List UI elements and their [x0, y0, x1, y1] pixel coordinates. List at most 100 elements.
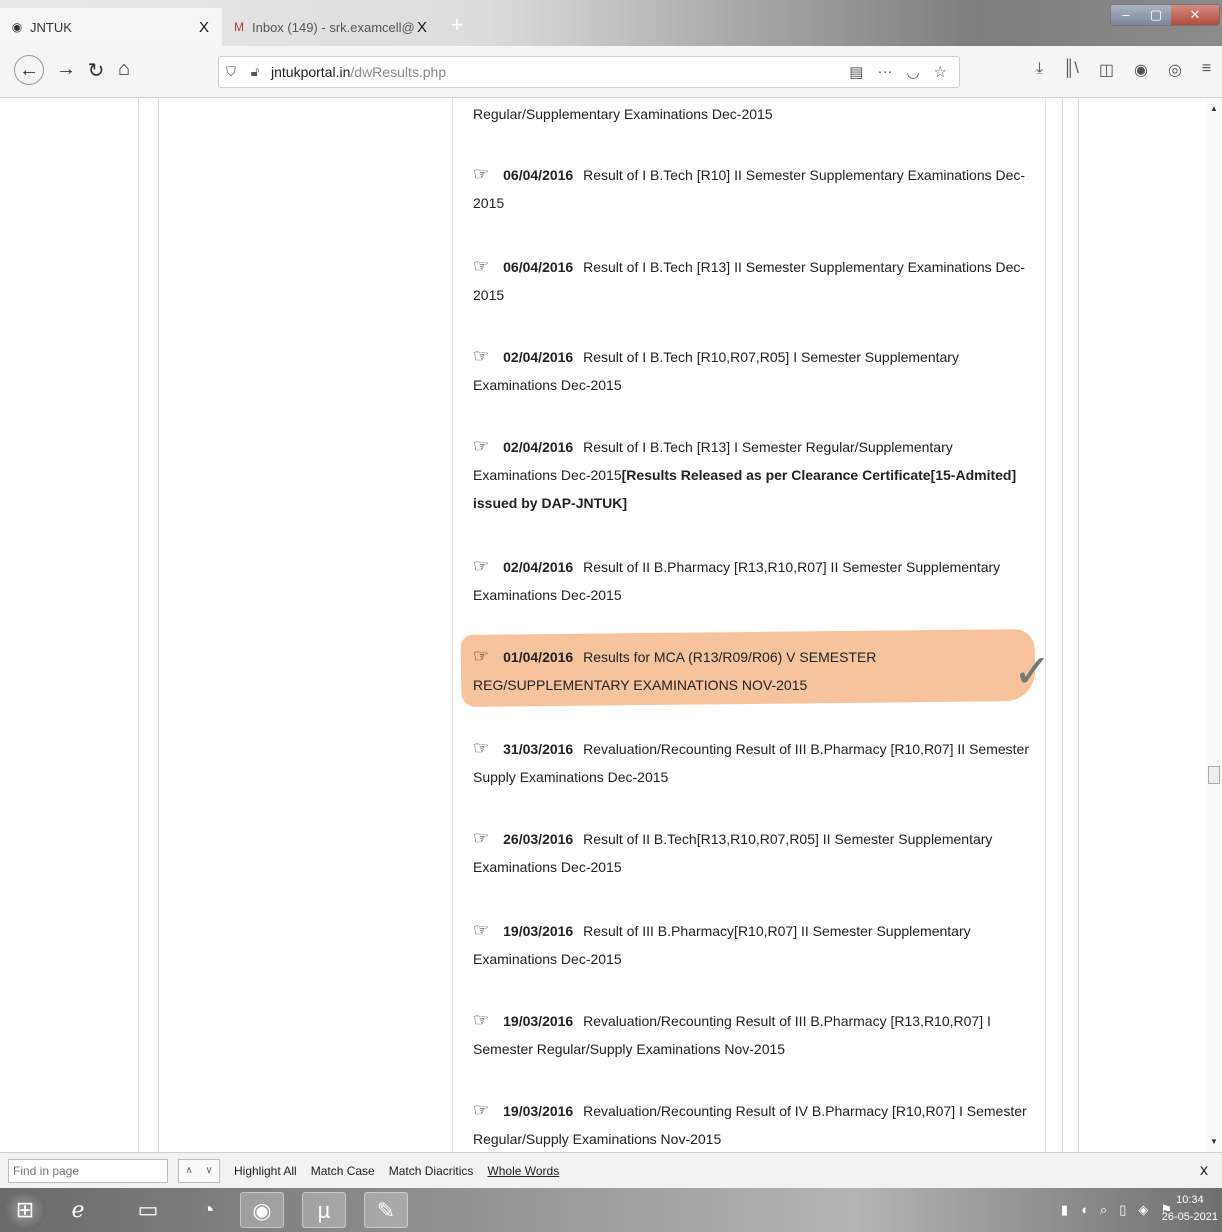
- battery-icon[interactable]: ▯: [1119, 1202, 1126, 1218]
- browser-tab-strip: ◉ JNTUK X M Inbox (149) - srk.examcell@g…: [0, 0, 1222, 46]
- scrollbar-thumb[interactable]: [1208, 766, 1220, 784]
- extension-icon[interactable]: ◎: [1168, 60, 1182, 80]
- tab-inbox[interactable]: M Inbox (149) - srk.examcell@gm X: [222, 8, 440, 46]
- scroll-down-icon[interactable]: ▼: [1210, 1137, 1218, 1146]
- whole-words-toggle[interactable]: Whole Words: [487, 1164, 559, 1178]
- result-date: 19/03/2016: [503, 923, 574, 939]
- find-next-icon[interactable]: ∨: [199, 1159, 219, 1182]
- result-date: 02/04/2016: [503, 349, 574, 365]
- tab-jntuk[interactable]: ◉ JNTUK X: [0, 8, 222, 46]
- match-diacritics-toggle[interactable]: Match Diacritics: [389, 1164, 474, 1178]
- library-icon[interactable]: ║\: [1063, 60, 1079, 80]
- tab-title: Inbox (149) - srk.examcell@gm: [252, 19, 414, 35]
- paint-icon[interactable]: ✎: [364, 1192, 408, 1228]
- security-icon[interactable]: ◈: [1138, 1202, 1148, 1218]
- file-explorer-icon[interactable]: ▭: [126, 1192, 170, 1228]
- system-tray: ▮ ◖ ⌕ ▯ ◈ ⚑: [1061, 1202, 1172, 1218]
- shield-icon[interactable]: ⛉: [219, 64, 243, 80]
- toolbar-icons: ⤓ ║\ ◫ ◉ ◎ ≡: [1036, 60, 1211, 80]
- results-list: Regular/Supplementary Examinations Dec-2…: [452, 98, 1052, 1152]
- result-entry[interactable]: ☞ 31/03/2016 Revaluation/Recounting Resul…: [473, 734, 1033, 791]
- match-case-toggle[interactable]: Match Case: [311, 1164, 375, 1178]
- sidebar-icon[interactable]: ◫: [1099, 60, 1114, 80]
- result-entry-highlighted[interactable]: ☞ 01/04/2016 Results for MCA (R13/R09/R06…: [473, 642, 1033, 699]
- globe-icon: ◉: [11, 20, 23, 34]
- result-date: 19/03/2016: [503, 1103, 574, 1119]
- page-actions-icon[interactable]: ···: [877, 63, 892, 81]
- clock-time: 10:34: [1176, 1194, 1204, 1206]
- reader-view-icon[interactable]: ▤: [849, 63, 863, 81]
- url-host: jntukportal.in: [271, 64, 351, 80]
- navigation-bar: ← → ↻ ⌂ ⛉ 🔓︎ jntukportal.in/dwResults.ph…: [0, 46, 1222, 98]
- taskbar-clock[interactable]: 10:34 26-05-2021: [1162, 1192, 1218, 1226]
- account-icon[interactable]: ◉: [1134, 60, 1148, 80]
- home-button[interactable]: ⌂: [110, 58, 138, 81]
- pointing-hand-icon: ☞: [473, 1100, 490, 1120]
- pointing-hand-icon: ☞: [473, 436, 490, 456]
- pointing-hand-icon: ☞: [473, 828, 490, 848]
- tab-close-icon[interactable]: X: [196, 19, 212, 36]
- start-button[interactable]: ⊞: [4, 1190, 46, 1230]
- back-button[interactable]: ←: [14, 55, 44, 85]
- result-entry[interactable]: ☞ 06/04/2016 Result of I B.Tech [R13] II …: [473, 252, 1033, 309]
- result-entry[interactable]: ☞ 02/04/2016 Result of I B.Tech [R13] I S…: [473, 432, 1033, 517]
- result-entry[interactable]: Regular/Supplementary Examinations Dec-2…: [473, 100, 1033, 128]
- new-tab-button[interactable]: +: [446, 12, 468, 38]
- find-bar: ∧ ∨ Highlight All Match Case Match Diacr…: [0, 1152, 1222, 1188]
- pocket-icon[interactable]: ◡: [906, 63, 919, 81]
- result-entry[interactable]: ☞ 19/03/2016 Result of III B.Pharmacy[R10…: [473, 916, 1033, 973]
- result-date: 31/03/2016: [503, 741, 574, 757]
- find-input[interactable]: [8, 1158, 168, 1183]
- pointing-hand-icon: ☞: [473, 164, 490, 184]
- result-entry[interactable]: ☞ 26/03/2016 Result of II B.Tech[R13,R10,…: [473, 824, 1033, 881]
- app-icon[interactable]: ◔: [186, 1192, 230, 1228]
- result-entry[interactable]: ☞ 19/03/2016 Revaluation/Recounting Resul…: [473, 1006, 1033, 1063]
- minimize-button[interactable]: –: [1111, 5, 1141, 25]
- result-text: Regular/Supplementary Examinations Dec-2…: [473, 106, 773, 122]
- bookmark-star-icon[interactable]: ☆: [934, 63, 947, 81]
- highlight-all-toggle[interactable]: Highlight All: [234, 1164, 297, 1178]
- url-path: /dwResults.php: [350, 64, 447, 80]
- pointing-hand-icon: ☞: [473, 738, 490, 758]
- page-border-right-inner: [1062, 98, 1063, 1152]
- pointing-hand-icon: ☞: [473, 256, 490, 276]
- window-close-button[interactable]: ✕: [1171, 5, 1219, 25]
- firefox-icon[interactable]: ◉: [240, 1192, 284, 1228]
- result-date: 02/04/2016: [503, 439, 574, 455]
- page-viewport: Regular/Supplementary Examinations Dec-2…: [0, 98, 1222, 1152]
- internet-explorer-icon[interactable]: ℯ: [56, 1192, 100, 1228]
- pointing-hand-icon: ☞: [473, 556, 490, 576]
- page-border-left-inner: [158, 98, 159, 1152]
- page-border-left: [138, 98, 139, 1152]
- pointing-hand-icon: ☞: [473, 1010, 490, 1030]
- window-controls: – ▢ ✕: [1110, 4, 1220, 26]
- address-bar[interactable]: ⛉ 🔓︎ jntukportal.in/dwResults.php ▤ ··· …: [218, 56, 960, 88]
- result-entry[interactable]: ☞ 02/04/2016 Result of II B.Pharmacy [R13…: [473, 552, 1033, 609]
- find-previous-icon[interactable]: ∧: [179, 1159, 199, 1182]
- search-icon[interactable]: ⌕: [1100, 1202, 1107, 1218]
- pointing-hand-icon: ☞: [473, 646, 490, 666]
- volume-icon[interactable]: ◖: [1080, 1202, 1088, 1218]
- maximize-button[interactable]: ▢: [1141, 5, 1171, 25]
- find-close-button[interactable]: x: [1200, 1162, 1208, 1180]
- download-icon[interactable]: ⤓: [1036, 60, 1043, 80]
- result-entry[interactable]: ☞ 02/04/2016 Result of I B.Tech [R10,R07,…: [473, 342, 1033, 399]
- reload-button[interactable]: ↻: [82, 58, 110, 83]
- insecure-lock-icon[interactable]: 🔓︎: [243, 64, 267, 80]
- network-icon[interactable]: ▮: [1061, 1202, 1068, 1218]
- tab-close-icon[interactable]: X: [414, 19, 430, 36]
- result-date: 19/03/2016: [503, 1013, 574, 1029]
- result-date: 06/04/2016: [503, 259, 574, 275]
- result-entry[interactable]: ☞ 19/03/2016 Revaluation/Recounting Resul…: [473, 1096, 1033, 1152]
- scroll-up-icon[interactable]: ▲: [1210, 104, 1218, 113]
- gmail-icon: M: [234, 20, 244, 34]
- forward-button[interactable]: →: [52, 58, 80, 81]
- vertical-scrollbar[interactable]: ▲ ▼: [1206, 98, 1222, 1152]
- clock-date: 26-05-2021: [1161, 1211, 1218, 1223]
- result-date: 26/03/2016: [503, 831, 574, 847]
- menu-icon[interactable]: ≡: [1202, 60, 1211, 80]
- result-entry[interactable]: ☞ 06/04/2016 Result of I B.Tech [R10] II …: [473, 160, 1033, 217]
- result-date: 06/04/2016: [503, 167, 574, 183]
- page-border-right: [1078, 98, 1079, 1152]
- utorrent-icon[interactable]: µ: [302, 1192, 346, 1228]
